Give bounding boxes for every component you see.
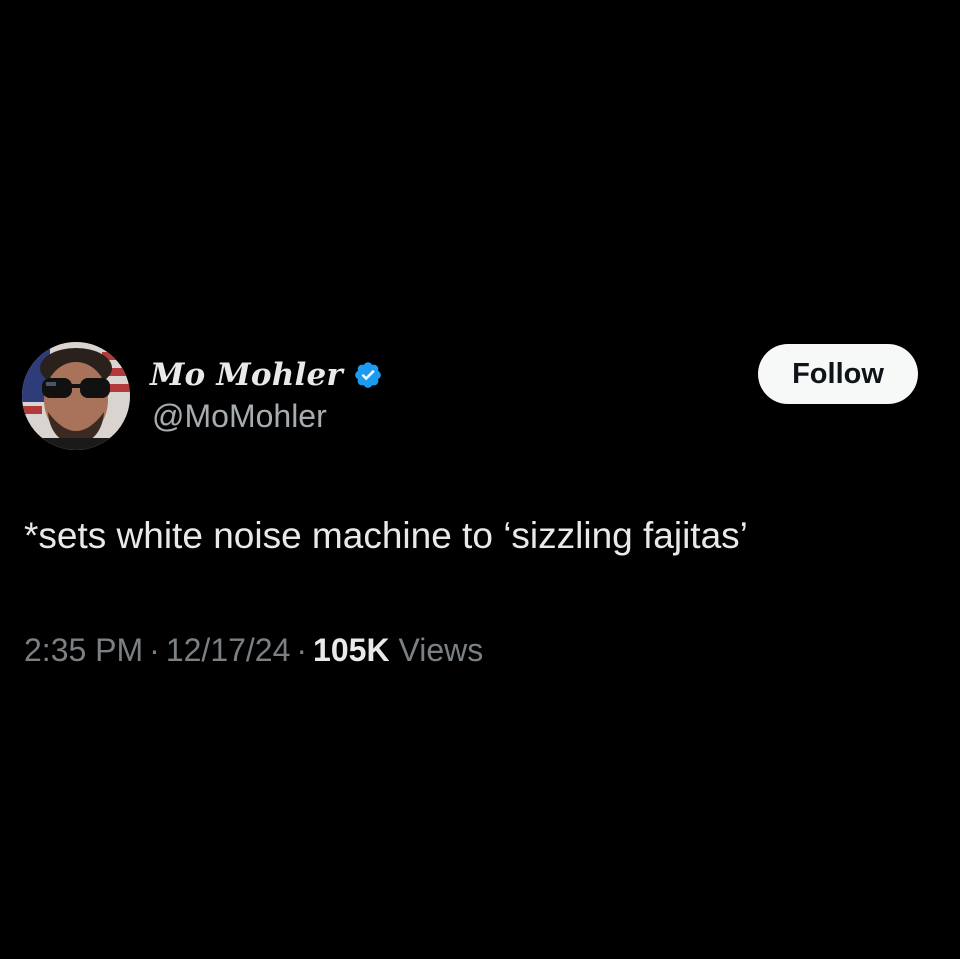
tweet-card: Mo Mohler @MoMohler Follow *sets white n… [0,0,960,959]
author-display-name[interactable]: Mo Mohler [150,357,343,393]
tweet-meta: 2:35 PM · 12/17/24 · 105K Views [24,632,483,669]
meta-separator: · [149,632,160,668]
views-count[interactable]: 105K [313,632,390,668]
author-handle[interactable]: @MoMohler [152,398,327,435]
views-label: Views [398,632,484,668]
follow-button[interactable]: Follow [758,344,918,404]
tweet-date[interactable]: 12/17/24 [166,632,291,668]
author-name-row: Mo Mohler [150,354,383,396]
tweet-time[interactable]: 2:35 PM [24,632,143,668]
verified-badge-icon [355,362,381,388]
avatar[interactable] [22,342,130,450]
avatar-photo [22,342,130,450]
tweet-text: *sets white noise machine to ‘sizzling f… [24,515,748,556]
meta-separator: · [296,632,308,668]
